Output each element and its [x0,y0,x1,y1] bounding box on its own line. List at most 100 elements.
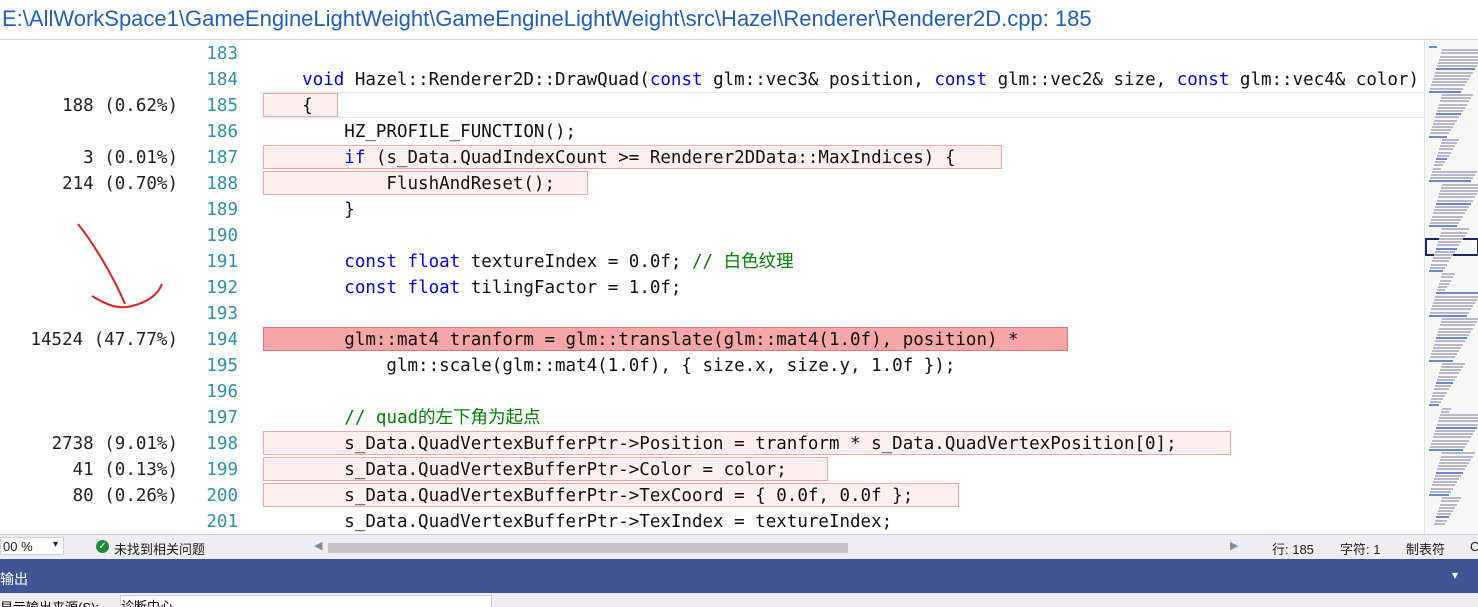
issues-status[interactable]: 未找到相关问题 [114,539,205,558]
code-line[interactable]: HZ_PROFILE_FUNCTION(); [260,119,576,145]
minimap-line [1438,330,1471,333]
zoom-value: 00 % [3,539,33,554]
code-line[interactable]: glm::mat4 tranform = glm::translate(glm:… [260,327,1019,353]
minimap-line [1432,484,1455,487]
scroll-right-icon[interactable]: ▶ [1230,539,1238,552]
arrow-stroke [77,223,126,305]
minimap-line [1439,148,1453,151]
char-indicator[interactable]: 字符: 1 [1340,539,1380,558]
minimap-line [1433,257,1451,260]
minimap-line [1441,97,1471,100]
chevron-down-icon: ▾ [53,539,59,550]
code-line[interactable]: s_Data.QuadVertexBufferPtr->TexCoord = {… [260,483,913,509]
minimap-line [1431,487,1453,490]
code-line[interactable]: const float tilingFactor = 1.0f; [260,275,681,301]
minimap-line [1442,452,1475,455]
minimap-line [1433,436,1471,439]
line-number: 199 [206,460,238,480]
minimap-line [1429,494,1449,496]
code-keyword: if [344,148,366,168]
line-ending-indicator[interactable]: C [1470,539,1478,554]
minimap-line [1432,350,1459,352]
minimap-line [1441,321,1477,324]
line-number: 186 [206,122,238,142]
minimap-line [1439,417,1478,420]
minimap-line [1442,407,1451,410]
scroll-left-icon[interactable]: ◀ [314,539,322,552]
code-text: } [260,200,355,220]
minimap-line [1434,119,1457,122]
output-source-select[interactable]: 诊断中心 [120,595,492,607]
code-keyword: const [344,278,397,298]
horizontal-scrollbar[interactable]: ◀ ▶ [312,539,1242,555]
minimap-line [1437,334,1469,336]
code-minimap[interactable] [1424,40,1478,534]
minimap-line [1436,247,1457,250]
minimap-line [1440,279,1451,282]
minimap-line [1441,366,1463,368]
panel-dropdown-icon[interactable]: ▾ [1452,568,1458,582]
minimap-line [1435,385,1451,388]
code-text: glm::vec2& size, [987,70,1177,90]
minimap-line [1436,292,1478,295]
minimap-line [1433,212,1465,215]
minimap-line [1434,388,1449,391]
minimap-line [1435,340,1465,343]
minimap-line [1438,151,1451,154]
minimap-line [1434,343,1463,346]
minimap-line [1442,94,1473,96]
file-path-title: E:\AllWorkSpace1\GameEngineLightWeight\G… [2,6,1092,31]
sample-count: 188 (0.62%) [62,96,178,116]
minimap-line [1440,369,1461,372]
code-line[interactable]: s_Data.QuadVertexBufferPtr->Color = colo… [260,457,787,483]
code-editor[interactable]: void Hazel::Renderer2D::DrawQuad(const g… [240,40,1424,534]
minimap-line [1440,234,1465,237]
code-line[interactable]: glm::scale(glm::mat4(1.0f), { size.x, si… [260,353,955,379]
code-text: glm::mat4 tranform = glm::translate(glm:… [260,330,1019,350]
line-number: 184 [206,70,238,90]
code-line[interactable]: } [260,197,355,223]
sample-count: 2738 (9.01%) [51,434,178,454]
minimap-line [1432,305,1473,308]
code-line[interactable]: if (s_Data.QuadIndexCount >= Renderer2DD… [260,145,955,171]
horizontal-scroll-thumb[interactable] [328,543,848,553]
minimap-line [1442,362,1465,365]
minimap-line [1429,180,1471,183]
code-line[interactable]: void Hazel::Renderer2D::DrawQuad(const g… [260,67,1419,93]
minimap-line [1435,519,1447,522]
minimap-line [1436,516,1449,519]
minimap-line [1439,58,1478,61]
minimap-line [1431,174,1475,176]
minimap-line [1439,327,1473,330]
minimap-line [1429,270,1443,272]
minimap-line [1433,391,1447,394]
minimap-line [1432,439,1469,442]
code-line[interactable]: { [260,93,313,119]
tab-indicator[interactable]: 制表符 [1406,539,1445,558]
minimap-line [1434,433,1473,436]
code-line[interactable]: s_Data.QuadVertexBufferPtr->TexIndex = t… [260,509,892,534]
code-line[interactable]: s_Data.QuadVertexBufferPtr->Position = t… [260,431,1176,457]
zoom-dropdown[interactable]: 00 % ▾ [0,537,64,555]
code-line[interactable]: const float textureIndex = 0.0f; // 白色纹理 [260,249,793,275]
minimap-line [1438,286,1447,288]
minimap-line [1433,481,1457,484]
minimap-line [1430,401,1441,404]
minimap-line [1430,490,1451,493]
sample-count: 41 (0.13%) [72,460,178,480]
line-number: 194 [206,330,238,350]
minimap-line [1434,298,1477,301]
line-indicator[interactable]: 行: 185 [1272,539,1314,558]
minimap-line [1438,62,1478,64]
minimap-line [1437,513,1451,516]
code-text: s_Data.QuadVertexBufferPtr->Color = colo… [260,460,787,480]
code-line[interactable]: FlushAndReset(); [260,171,555,197]
minimap-line [1436,382,1453,384]
code-text: textureIndex = 0.0f; [460,252,693,272]
minimap-line [1437,154,1449,157]
minimap-line [1441,455,1473,458]
minimap-line [1439,238,1463,240]
code-line[interactable]: // quad的左下角为起点 [260,405,540,431]
